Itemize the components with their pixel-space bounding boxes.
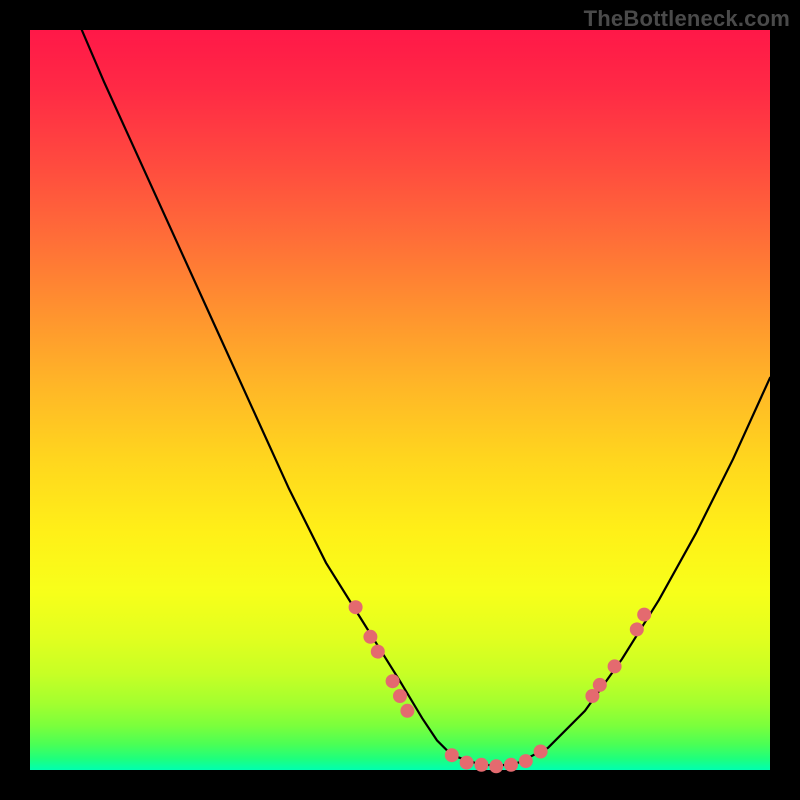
bottleneck-curve [82,30,770,766]
curve-marker [630,622,644,636]
plot-area [30,30,770,770]
curve-marker [637,608,651,622]
chart-stage: TheBottleneck.com [0,0,800,800]
chart-svg [30,30,770,770]
curve-marker [386,674,400,688]
watermark-text: TheBottleneck.com [584,6,790,32]
curve-marker [489,759,503,773]
curve-marker [474,758,488,772]
curve-marker [593,678,607,692]
curve-marker [371,645,385,659]
curve-marker [393,689,407,703]
curve-marker [534,745,548,759]
curve-markers [349,600,652,773]
curve-marker [460,756,474,770]
curve-marker [349,600,363,614]
curve-marker [445,748,459,762]
curve-marker [363,630,377,644]
curve-marker [504,758,518,772]
curve-marker [519,754,533,768]
curve-marker [608,659,622,673]
curve-marker [400,704,414,718]
